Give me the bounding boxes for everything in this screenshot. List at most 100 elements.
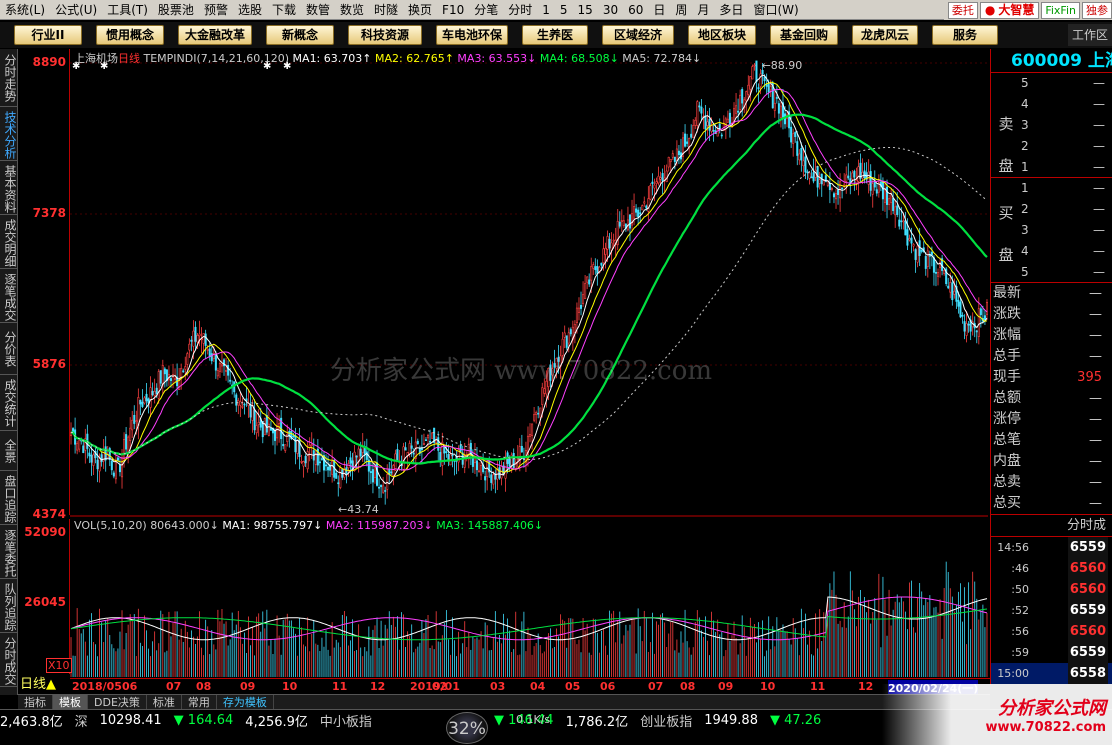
template-tab[interactable]: 指标 [18, 694, 53, 710]
toolbar-button[interactable]: 车电池环保 [436, 25, 508, 45]
template-tab[interactable]: DDE决策 [88, 694, 147, 710]
ticker-item: 1949.88 [704, 712, 758, 728]
menu-item[interactable]: 股票池 [153, 0, 199, 20]
toolbar-button[interactable]: 基金回购 [770, 25, 838, 45]
candle-body [392, 465, 395, 476]
menu-item[interactable]: F10 [437, 0, 469, 20]
price-tick-label: 8890 [32, 55, 66, 69]
price-tick-label: 5876 [32, 357, 66, 371]
date-tick-label: 06 [122, 680, 138, 693]
sidebar-tab[interactable]: 盘口追踪 [0, 471, 17, 525]
candle-body [767, 83, 770, 93]
menu-item[interactable]: 多日 [714, 0, 748, 20]
buy-book: 买盘 1—2—3—4—5— [991, 178, 1112, 283]
toolbar-button[interactable]: 惯用概念 [96, 25, 164, 45]
sidebar-tab[interactable]: 逐笔委托 [0, 525, 17, 579]
menu-item[interactable]: 1 [537, 0, 555, 20]
sidebar-tab[interactable]: 全景 [0, 431, 17, 471]
candle-body [169, 378, 172, 381]
menu-item[interactable]: 预警 [199, 0, 233, 20]
candle-body [667, 156, 670, 168]
template-tab[interactable]: 标准 [147, 694, 182, 710]
date-tick-label: 2018/05 [72, 680, 122, 693]
candle-body [274, 430, 277, 441]
candle-body [133, 415, 136, 424]
template-tab[interactable]: 常用 [182, 694, 217, 710]
sidebar-tab[interactable]: 成交统计 [0, 375, 17, 431]
candle-body [547, 368, 550, 387]
candle-body [435, 439, 438, 443]
menu-item[interactable]: 分笔 [469, 0, 503, 20]
menu-item[interactable]: 换页 [403, 0, 437, 20]
menu-item[interactable]: 月 [692, 0, 714, 20]
menu-item[interactable]: 5 [555, 0, 573, 20]
toolbar-button[interactable]: 龙虎风云 [852, 25, 918, 45]
quote-row: 现手 395 [993, 367, 1112, 388]
tick-price: 6558 [1067, 663, 1108, 684]
menu-item[interactable]: 系统(L) [0, 0, 50, 20]
toolbar-button[interactable]: 服务 [932, 25, 998, 45]
template-tab[interactable]: 模板 [53, 694, 88, 710]
period-label[interactable]: 日线▲ [18, 677, 70, 693]
candle-body [253, 409, 256, 431]
candle-body [480, 465, 483, 476]
candle-body [373, 465, 376, 478]
sidebar-tab[interactable]: 队列追踪 [0, 579, 17, 633]
menu-item[interactable]: 分时 [503, 0, 537, 20]
quote-value: — [1089, 391, 1102, 406]
candle-body [447, 453, 450, 461]
menu-item[interactable]: 时隧 [369, 0, 403, 20]
menu-item[interactable]: 15 [573, 0, 598, 20]
ma3-value: MA3: 63.553↓ [457, 52, 537, 65]
sidebar-tab[interactable]: 分价表 [0, 323, 17, 375]
menu-item[interactable]: 数览 [335, 0, 369, 20]
candle-body [665, 170, 668, 182]
toolbar-button[interactable]: 科技资源 [348, 25, 422, 45]
sidebar-tab[interactable]: 分时成交 [0, 633, 17, 687]
menu-item[interactable]: 窗口(W) [748, 0, 803, 20]
menu-item[interactable]: 下载 [267, 0, 301, 20]
tick-time: :56 [1011, 625, 1029, 638]
candle-body [896, 205, 899, 215]
extra-button[interactable]: 独参 [1082, 1, 1112, 19]
candle-body [286, 433, 289, 442]
book-row: 1— [1021, 157, 1112, 178]
menu-item[interactable]: 30 [598, 0, 623, 20]
trade-button[interactable]: 委托 [947, 1, 978, 19]
menu-item[interactable]: 数管 [301, 0, 335, 20]
sidebar-tab[interactable]: 技术分析 [0, 107, 17, 161]
toolbar-button[interactable]: 新概念 [266, 25, 334, 45]
candle-body [292, 435, 295, 438]
candle-body [429, 440, 432, 443]
sidebar-tab[interactable]: 分时走势 [0, 49, 17, 107]
menu-item[interactable]: 公式(U) [50, 0, 102, 20]
candle-body [110, 460, 113, 471]
template-tab[interactable]: 存为模板 [217, 694, 274, 710]
vol-ma3-line [70, 608, 988, 641]
period-text: 日线 [118, 52, 140, 65]
sidebar-tab[interactable]: 成交明细 [0, 215, 17, 269]
kline-chart[interactable]: ✱ ✱ ✱ ✱ ←88.90←43.74 [70, 49, 990, 679]
candle-body [694, 119, 697, 126]
menu-item[interactable]: 选股 [233, 0, 267, 20]
toolbar-button[interactable]: 行业II [14, 25, 82, 45]
menu-item[interactable]: 日 [648, 0, 670, 20]
menu-item[interactable]: 周 [670, 0, 692, 20]
fixfin-button[interactable]: FixFin [1041, 1, 1080, 19]
menu-item[interactable]: 60 [623, 0, 648, 20]
toolbar-button[interactable]: 大金融改革 [178, 25, 252, 45]
candle-body [649, 185, 652, 200]
toolbar-button[interactable]: 区域经济 [602, 25, 674, 45]
toolbar-button[interactable]: 生养医 [522, 25, 588, 45]
menu-item[interactable]: 工具(T) [102, 0, 153, 20]
sidebar-tab[interactable]: 基本资料 [0, 161, 17, 215]
candle-body [673, 156, 676, 162]
toolbar-button[interactable]: 地区板块 [688, 25, 756, 45]
candle-body [798, 153, 801, 161]
candle-body [141, 401, 144, 407]
candle-body [777, 103, 780, 114]
candle-body [875, 189, 878, 194]
workspace-tab[interactable]: 工作区 [1067, 24, 1112, 46]
sidebar-tab[interactable]: 逐笔成交 [0, 269, 17, 323]
candle-body [184, 366, 187, 370]
